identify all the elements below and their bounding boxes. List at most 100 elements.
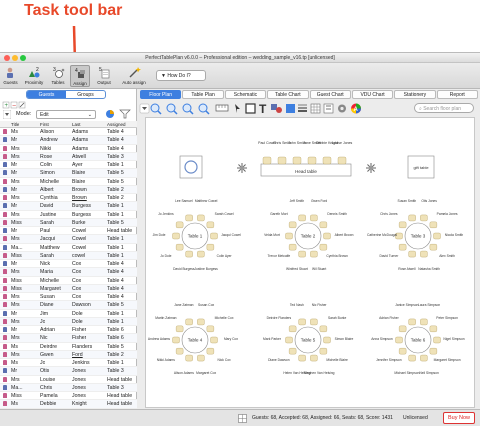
color-wheel-icon[interactable]: A — [351, 103, 361, 114]
seat-icon[interactable] — [408, 318, 416, 326]
seat-icon[interactable] — [277, 156, 287, 165]
table-row[interactable]: Mrs Diane Dawson Table 5 — [0, 301, 137, 310]
delete-guest-icon[interactable]: – — [10, 101, 18, 109]
round-table[interactable]: Table 5 Nic Fisher Sarah Burke Simon Blaire… — [263, 303, 353, 375]
table-row[interactable]: Ma... Matthew Cowel Table 1 — [0, 244, 137, 252]
column-assigned[interactable]: Assigned — [107, 122, 126, 127]
seat-icon[interactable] — [206, 347, 215, 355]
round-table[interactable]: Table 2 Gwen Ford Dennis Smith Albert Brown… — [264, 199, 353, 271]
assign-task-button[interactable]: 4 Assign — [70, 65, 90, 87]
text-tool-icon[interactable]: T — [259, 102, 267, 116]
how-do-i-dropdown[interactable]: ▼ How Do I? — [156, 70, 206, 81]
seat-icon[interactable] — [172, 336, 180, 344]
seat-icon[interactable] — [185, 250, 193, 258]
table-row[interactable]: Mrs Maria Cox Table 4 — [0, 268, 137, 277]
seat-icon[interactable] — [408, 250, 416, 258]
tables-task-button[interactable]: 3 Tables — [48, 65, 68, 87]
table-row[interactable]: Mr Otis Jones Table 3 — [0, 367, 137, 376]
table-row[interactable]: Mrs Jo Dole Table 1 — [0, 317, 137, 326]
edit-guest-icon[interactable] — [18, 101, 26, 109]
grid-toggle-icon[interactable] — [238, 414, 247, 423]
seat-icon[interactable] — [298, 250, 306, 258]
seat-icon[interactable] — [433, 232, 441, 240]
seat-icon[interactable] — [197, 250, 205, 258]
seat-icon[interactable] — [429, 221, 438, 229]
seat-icon[interactable] — [323, 232, 331, 240]
seat-icon[interactable] — [420, 250, 428, 258]
table-row[interactable]: Ms Alison Adams Table 4 — [0, 128, 137, 137]
seat-icon[interactable] — [319, 347, 328, 355]
seat-icon[interactable] — [298, 354, 306, 362]
cake-table-icon[interactable] — [179, 155, 203, 179]
table-row[interactable]: Ms Jo Jenkins Table 1 — [0, 359, 137, 368]
seat-icon[interactable] — [288, 243, 297, 251]
table-row[interactable]: Mrs Louise Jones Head table — [0, 376, 137, 384]
seat-icon[interactable] — [433, 336, 441, 344]
tab-guest-chart[interactable]: Guest Chart — [309, 90, 351, 99]
search-floor-plan-input[interactable]: ⌕ Search floor plan — [414, 103, 474, 113]
seat-icon[interactable] — [408, 354, 416, 362]
round-table[interactable]: Table 6 Laura Simpson Peter Simpson Nigel S… — [371, 303, 465, 375]
filter-icon[interactable] — [119, 109, 131, 119]
round-table[interactable]: Table 3 Otis Jones Pamela Jones Nicola Smit… — [367, 199, 463, 271]
seat-icon[interactable] — [429, 325, 438, 333]
proximity-task-button[interactable]: 2 Proximity — [22, 65, 46, 87]
groups-segment-button[interactable]: Groups — [66, 91, 105, 98]
table-row[interactable]: Mrs Gwen Ford Table 2 — [0, 350, 137, 359]
pie-chart-icon[interactable] — [106, 110, 114, 118]
column-last[interactable]: Last — [72, 122, 81, 127]
table-row[interactable]: Mrs Justine Burgess Table 1 — [0, 211, 137, 219]
table-row[interactable]: Mrs Nic Fisher Table 6 — [0, 334, 137, 343]
seat-icon[interactable] — [210, 232, 218, 240]
seat-icon[interactable] — [288, 347, 297, 355]
table-row[interactable]: Mrs Michelle Blaire Table 5 — [0, 178, 137, 186]
output-task-button[interactable]: 5 Output — [94, 65, 114, 87]
seat-icon[interactable] — [175, 221, 184, 229]
table-row[interactable]: Ms Deirdre Flanders Table 5 — [0, 343, 137, 351]
seat-icon[interactable] — [319, 325, 328, 333]
floor-plan-canvas[interactable]: Paul Cowel Chris Smith John Smith Jane Smit… — [145, 117, 475, 408]
guests-task-button[interactable]: Guests — [2, 65, 19, 87]
tab-table-chart[interactable]: Table Chart — [267, 90, 309, 99]
table-row[interactable]: Mr Adrian Fisher Table 6 — [0, 326, 137, 335]
seat-icon[interactable] — [206, 325, 215, 333]
ruler-icon[interactable] — [215, 104, 229, 112]
seat-icon[interactable] — [175, 325, 184, 333]
seat-icon[interactable] — [175, 347, 184, 355]
seat-icon[interactable] — [288, 221, 297, 229]
round-table[interactable]: Table 1 Matthew Cowel Sarah Cowel Jacqui Co… — [153, 199, 241, 271]
zoom-out-icon[interactable] — [166, 103, 178, 115]
seat-icon[interactable] — [310, 250, 318, 258]
seat-icon[interactable] — [285, 232, 293, 240]
seat-icon[interactable] — [292, 156, 302, 165]
seat-icon[interactable] — [185, 354, 193, 362]
seat-icon[interactable] — [206, 243, 215, 251]
shapes-icon[interactable] — [271, 104, 282, 113]
seat-icon[interactable] — [285, 336, 293, 344]
tab-vdu-chart[interactable]: VDU Chart — [351, 90, 394, 99]
table-row[interactable]: Mrs Rose Atwell Table 3 — [0, 152, 137, 161]
dropdown-arrow-icon[interactable] — [139, 103, 150, 114]
seat-icon[interactable] — [398, 243, 407, 251]
mode-select[interactable]: Edit ⌄ — [36, 110, 96, 119]
seat-icon[interactable] — [197, 354, 205, 362]
seat-icon[interactable] — [197, 214, 205, 222]
table-row[interactable]: Mrs Jacqui Cowel Table 1 — [0, 235, 137, 244]
align-icon[interactable] — [323, 103, 334, 114]
table-row[interactable]: Ma... Chris Jones Table 3 — [0, 383, 137, 392]
seat-icon[interactable] — [323, 336, 331, 344]
seat-icon[interactable] — [310, 318, 318, 326]
seat-icon[interactable] — [429, 347, 438, 355]
fill-color-icon[interactable] — [286, 104, 295, 113]
table-row[interactable]: Mrs Susan Cox Table 4 — [0, 293, 137, 302]
seat-icon[interactable] — [319, 221, 328, 229]
tab-report[interactable]: Report — [436, 90, 478, 99]
auto-assign-button[interactable]: Auto assign — [120, 65, 148, 87]
column-first[interactable]: First — [40, 122, 49, 127]
seat-icon[interactable] — [206, 221, 215, 229]
seat-icon[interactable] — [185, 318, 193, 326]
table-row[interactable]: Miss Michelle Cox Table 4 — [0, 277, 137, 285]
table-row[interactable]: Miss Sarah Burke Table 5 — [0, 218, 137, 227]
guests-segment-button[interactable]: Guests — [27, 91, 66, 98]
rectangle-tool-icon[interactable] — [245, 103, 256, 114]
